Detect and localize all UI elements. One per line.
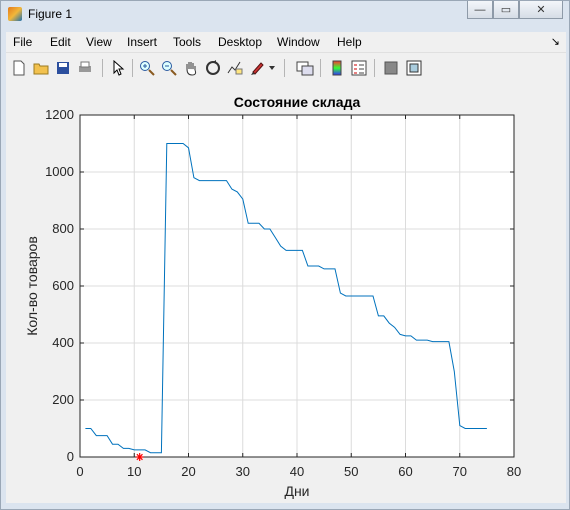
menu-file[interactable]: File [13,35,32,49]
menu-help[interactable]: Help [337,35,362,49]
y-tick-label: 1000 [45,164,74,179]
link-plot-icon[interactable] [295,58,315,78]
toolbar-separator [132,59,133,77]
save-icon[interactable] [53,58,73,78]
x-tick-label: 0 [76,464,83,479]
hide-plot-tools-icon[interactable] [381,58,401,78]
menu-insert[interactable]: Insert [127,35,157,49]
insert-legend-icon[interactable] [349,58,369,78]
dock-icon[interactable]: ↘ [551,35,560,48]
zoom-out-icon[interactable] [159,58,179,78]
close-icon: ✕ [536,4,546,16]
maximize-icon: ▭ [500,4,512,16]
figure-window: Figure 1 — ▭ ✕ File Edit View Insert Too… [0,0,570,510]
minimize-icon: — [474,3,486,16]
matlab-logo-icon [8,7,22,21]
close-button[interactable]: ✕ [519,1,563,19]
menu-bar: File Edit View Insert Tools Desktop Wind… [6,32,566,52]
x-tick-label: 60 [398,464,412,479]
brush-icon[interactable] [247,58,267,78]
x-tick-label: 50 [344,464,358,479]
menu-window[interactable]: Window [277,35,320,49]
x-tick-label: 70 [453,464,467,479]
maximize-button[interactable]: ▭ [493,1,519,19]
new-figure-icon[interactable] [9,58,29,78]
x-tick-label: 10 [127,464,141,479]
line-chart[interactable]: 0 10 20 30 40 50 60 70 80020040060080010001200 С… [6,83,566,503]
print-icon[interactable] [75,58,95,78]
toolbar-separator [284,59,285,77]
menu-tools[interactable]: Tools [173,35,201,49]
x-tick-label: 20 [181,464,195,479]
figure-toolbar [6,52,566,84]
menu-view[interactable]: View [86,35,112,49]
y-axis-label: Кол-во товаров [24,236,40,336]
y-tick-label: 1200 [45,107,74,122]
y-tick-label: 400 [52,335,74,350]
reorder-marker [135,453,144,461]
data-cursor-icon[interactable] [225,58,245,78]
y-tick-label: 200 [52,392,74,407]
title-bar[interactable]: Figure 1 — ▭ ✕ [1,1,569,29]
x-axis-label: Дни [284,483,309,499]
y-tick-label: 600 [52,278,74,293]
toolbar-separator [102,59,103,77]
pointer-icon[interactable] [108,58,128,78]
brush-dropdown-icon[interactable] [267,58,277,78]
x-tick-label: 80 [507,464,521,479]
minimize-button[interactable]: — [467,1,493,19]
figure-canvas[interactable]: 0 10 20 30 40 50 60 70 80 0 200 400 600 800 1000 1200 С… [6,83,566,503]
menu-edit[interactable]: Edit [50,35,71,49]
pan-icon[interactable] [181,58,201,78]
x-tick-label: 30 [236,464,250,479]
window-title: Figure 1 [28,7,73,21]
insert-colorbar-icon[interactable] [327,58,347,78]
zoom-in-icon[interactable] [137,58,157,78]
chart-title: Состояние склада [234,94,361,110]
x-tick-label: 40 [290,464,304,479]
rotate-3d-icon[interactable] [203,58,223,78]
y-tick-label: 800 [52,221,74,236]
toolbar-separator [320,59,321,77]
menu-desktop[interactable]: Desktop [218,35,262,49]
y-tick-label: 0 [67,449,74,464]
toolbar-separator [374,59,375,77]
open-file-icon[interactable] [31,58,51,78]
show-plot-tools-icon[interactable] [404,58,424,78]
